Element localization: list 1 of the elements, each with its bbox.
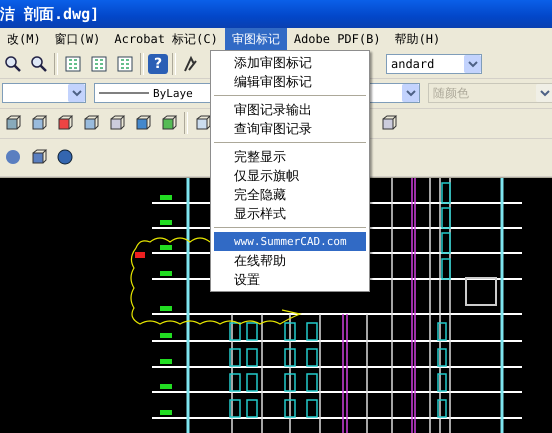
window-title: 洁 剖面.dwg] [0, 4, 100, 24]
